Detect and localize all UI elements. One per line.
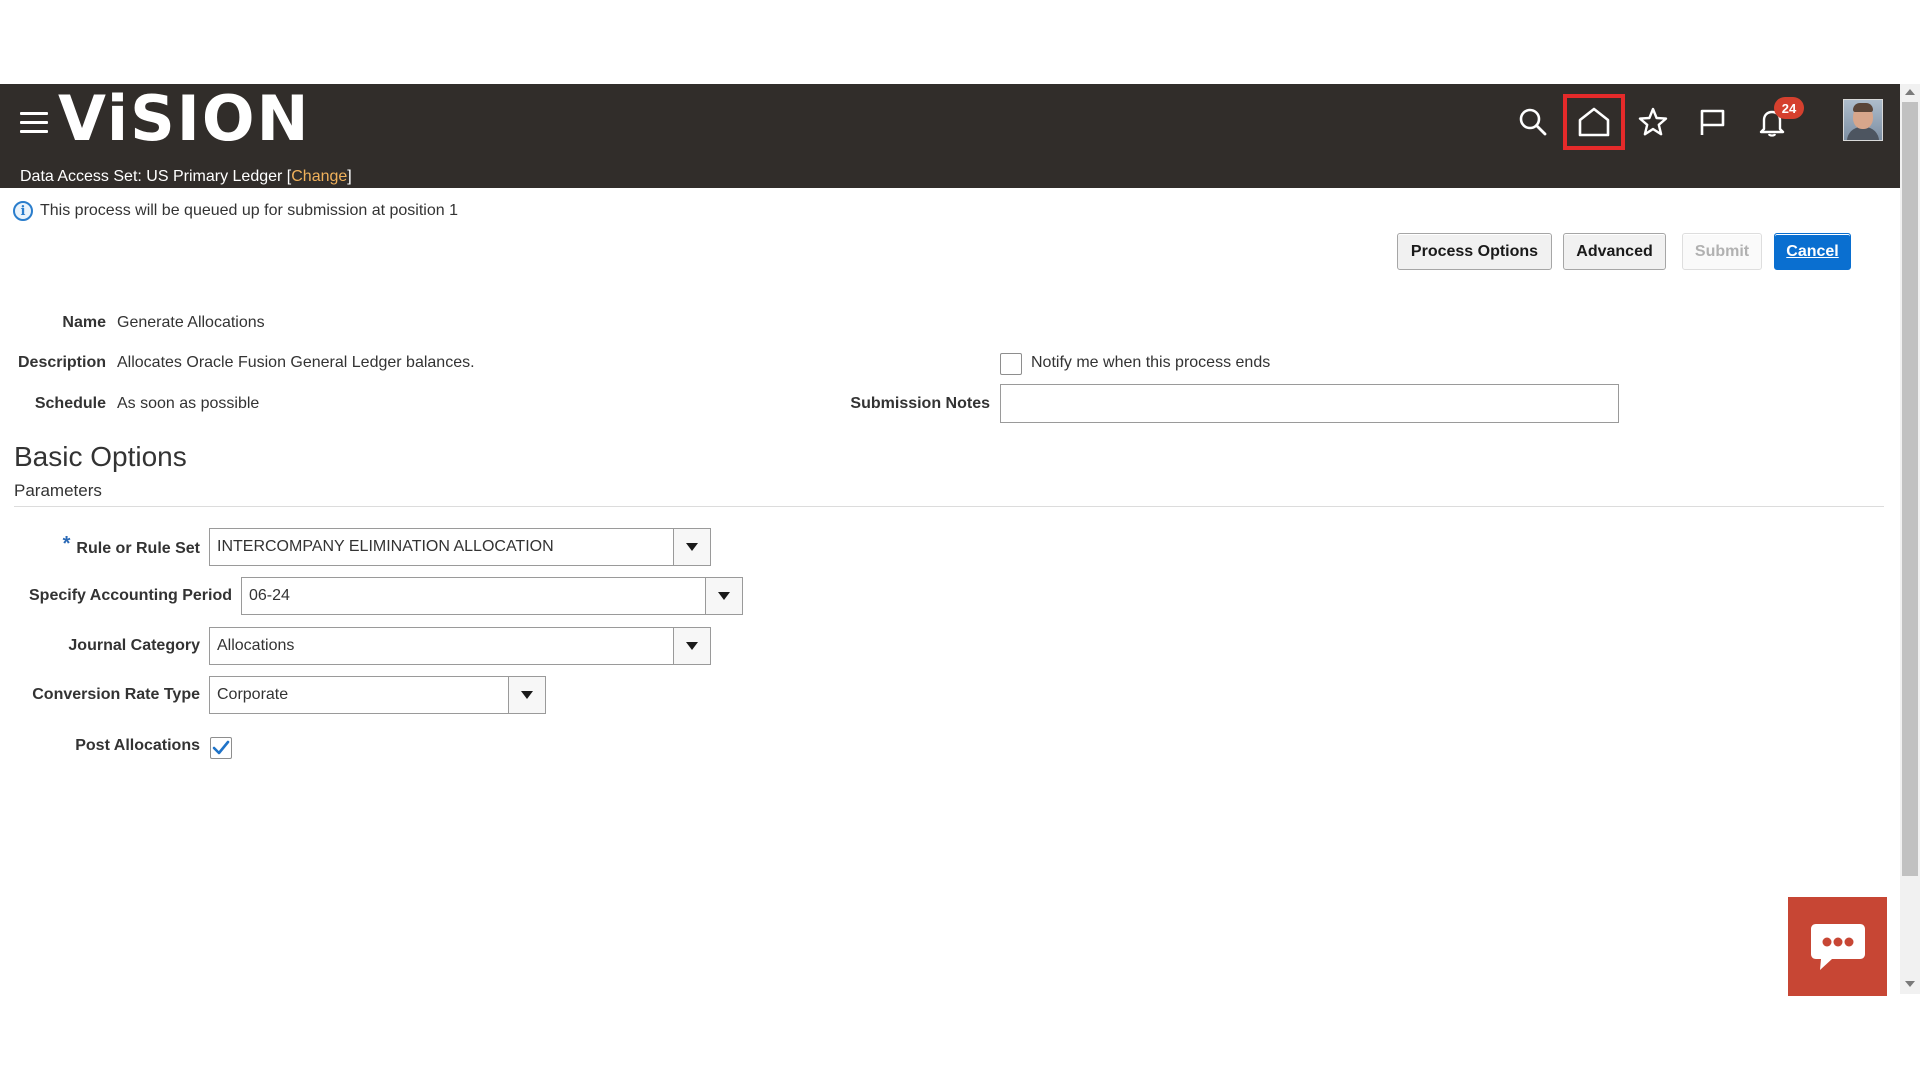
description-label: Description xyxy=(17,354,106,371)
user-avatar[interactable] xyxy=(1843,99,1883,141)
schedule-label: Schedule xyxy=(34,395,106,412)
menu-icon[interactable] xyxy=(20,112,48,134)
schedule-value: As soon as possible xyxy=(117,395,260,412)
data-access-value: US Primary Ledger xyxy=(146,168,283,185)
submission-notes-field[interactable] xyxy=(1000,384,1619,423)
advanced-button[interactable]: Advanced xyxy=(1563,233,1666,270)
scroll-up-icon[interactable] xyxy=(1905,89,1915,95)
submission-notes-label: Submission Notes xyxy=(850,395,990,412)
rule-input[interactable]: INTERCOMPANY ELIMINATION ALLOCATION xyxy=(210,529,673,565)
info-icon: i xyxy=(13,201,33,221)
chat-button[interactable] xyxy=(1788,897,1887,996)
scrollbar-thumb[interactable] xyxy=(1902,102,1918,876)
flag-icon[interactable] xyxy=(1692,102,1732,142)
data-access-label: Data Access Set: xyxy=(20,168,142,185)
info-message: i This process will be queued up for sub… xyxy=(13,201,458,221)
vision-logo[interactable]: ViSION xyxy=(58,88,310,150)
home-icon[interactable] xyxy=(1574,102,1614,142)
vertical-scrollbar[interactable] xyxy=(1900,84,1920,994)
post-allocations-label: Post Allocations xyxy=(75,737,200,754)
period-input[interactable]: 06-24 xyxy=(242,578,705,614)
name-label: Name xyxy=(62,314,106,331)
notify-label: Notify me when this process ends xyxy=(1031,354,1271,371)
period-combobox[interactable]: 06-24 xyxy=(241,577,743,615)
rate-type-combobox[interactable]: Corporate xyxy=(209,676,546,714)
category-combobox[interactable]: Allocations xyxy=(209,627,711,665)
notify-checkbox[interactable] xyxy=(1000,353,1022,375)
info-message-text: This process will be queued up for submi… xyxy=(40,202,458,219)
global-header: ViSION Data Access Set: US Primary Ledge… xyxy=(0,84,1900,188)
period-label: Specify Accounting Period xyxy=(29,587,232,604)
data-access-set: Data Access Set: US Primary Ledger [Chan… xyxy=(20,168,352,186)
chevron-down-icon[interactable] xyxy=(673,529,710,565)
parameters-subheading: Parameters xyxy=(14,481,102,500)
process-options-button[interactable]: Process Options xyxy=(1397,233,1552,270)
post-allocations-checkbox[interactable] xyxy=(210,737,232,759)
category-input[interactable]: Allocations xyxy=(210,628,673,664)
chat-bubble-icon xyxy=(1810,923,1865,970)
bracket-close: ] xyxy=(347,168,352,185)
search-icon[interactable] xyxy=(1513,102,1553,142)
category-label: Journal Category xyxy=(68,637,200,654)
checkmark-icon xyxy=(212,740,230,755)
rule-label-text: Rule or Rule Set xyxy=(76,540,200,557)
cancel-button[interactable]: Cancel xyxy=(1774,233,1851,270)
change-link[interactable]: Change xyxy=(291,168,347,185)
scroll-down-icon[interactable] xyxy=(1905,981,1915,987)
name-value: Generate Allocations xyxy=(117,314,265,331)
required-indicator: * xyxy=(62,533,71,555)
notification-count-badge: 24 xyxy=(1774,97,1804,119)
rate-type-input[interactable]: Corporate xyxy=(210,677,508,713)
chevron-down-icon[interactable] xyxy=(508,677,545,713)
description-value: Allocates Oracle Fusion General Ledger b… xyxy=(117,354,475,371)
rule-field-label: * Rule or Rule Set xyxy=(62,533,200,559)
rule-combobox[interactable]: INTERCOMPANY ELIMINATION ALLOCATION xyxy=(209,528,711,566)
chevron-down-icon[interactable] xyxy=(673,628,710,664)
section-divider xyxy=(14,506,1884,507)
star-icon[interactable] xyxy=(1633,102,1673,142)
rate-type-label: Conversion Rate Type xyxy=(32,686,200,703)
basic-options-heading: Basic Options xyxy=(14,441,187,472)
submit-button[interactable]: Submit xyxy=(1682,233,1762,270)
chevron-down-icon[interactable] xyxy=(705,578,742,614)
